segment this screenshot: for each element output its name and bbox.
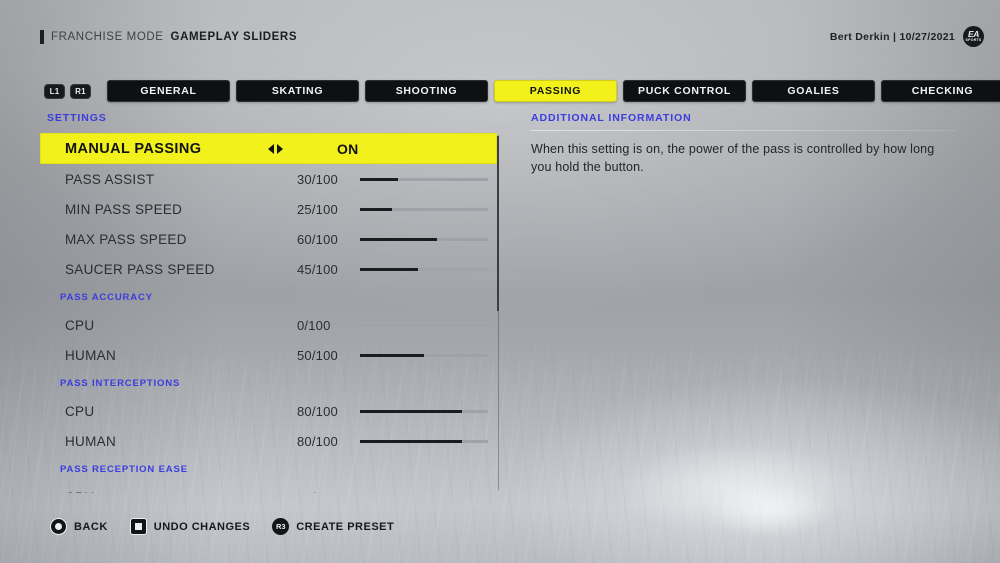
- setting-slider-fill: [360, 354, 424, 357]
- page-title: GAMEPLAY SLIDERS: [170, 31, 298, 43]
- tab-goalies[interactable]: GOALIES: [752, 80, 875, 102]
- chevron-left-icon[interactable]: [268, 143, 274, 154]
- settings-row[interactable]: PASS ASSIST 30/100: [40, 164, 502, 194]
- setting-slider-fill: [360, 410, 463, 413]
- setting-slider-fill: [360, 440, 463, 443]
- settings-row[interactable]: CPU 80/100: [40, 396, 502, 426]
- setting-value: 80/100: [297, 403, 338, 419]
- settings-scrollbar-thumb[interactable]: [497, 136, 499, 311]
- setting-value: 80/100: [297, 433, 338, 449]
- tab-skating[interactable]: SKATING: [236, 80, 359, 102]
- ea-sports-logo-icon: EA SPORTS: [963, 26, 984, 47]
- additional-information-text: When this setting is on, the power of th…: [531, 142, 935, 174]
- chevron-right-icon[interactable]: [277, 143, 283, 154]
- r3-stick-button-icon: R3: [272, 518, 290, 535]
- settings-row[interactable]: HUMAN 80/100: [40, 426, 502, 456]
- settings-group-header: PASS RECEPTION EASE: [40, 456, 502, 482]
- footer-action-undo-changes[interactable]: UNDO CHANGES: [129, 518, 251, 535]
- setting-slider-track[interactable]: [360, 354, 488, 357]
- setting-slider-fill: [360, 238, 437, 241]
- ice-glare-secondary: [680, 470, 860, 550]
- footer-action-back[interactable]: BACK: [50, 518, 108, 535]
- settings-row[interactable]: SAUCER PASS SPEED 45/100: [40, 254, 502, 284]
- setting-label: MANUAL PASSING: [65, 140, 202, 157]
- settings-group-label: PASS ACCURACY: [60, 291, 153, 303]
- setting-slider-track[interactable]: [360, 268, 488, 271]
- setting-slider-track[interactable]: [360, 238, 488, 241]
- settings-list-viewport: MANUAL PASSING ON PASS ASSIST 30/100 MIN PAS…: [40, 133, 502, 493]
- info-heading-divider: [531, 130, 956, 131]
- footer-action-create-preset[interactable]: R3 CREATE PRESET: [272, 518, 394, 535]
- settings-row[interactable]: CPU 0/100: [40, 310, 502, 340]
- settings-row-selected[interactable]: MANUAL PASSING ON: [40, 133, 497, 164]
- setting-value: 25/100: [297, 201, 338, 217]
- setting-label: SAUCER PASS SPEED: [65, 261, 215, 277]
- bumper-left-l1[interactable]: L1: [44, 83, 65, 99]
- breadcrumb-mode: FRANCHISE MODE: [51, 31, 164, 43]
- setting-label: CPU: [65, 403, 95, 419]
- profile-name-date: Bert Derkin | 10/27/2021: [829, 30, 955, 43]
- settings-row[interactable]: MIN PASS SPEED 25/100: [40, 194, 502, 224]
- setting-label: HUMAN: [65, 433, 116, 449]
- setting-value: 60/100: [297, 231, 338, 247]
- setting-label: HUMAN: [65, 347, 116, 363]
- ea-logo-secondary: SPORTS: [965, 38, 982, 43]
- setting-value: 45/100: [297, 261, 338, 277]
- tab-checking[interactable]: CHECKING: [881, 80, 1000, 102]
- setting-value: 50/100: [297, 347, 338, 363]
- tab-general[interactable]: GENERAL: [107, 80, 230, 102]
- setting-label: MIN PASS SPEED: [65, 201, 183, 217]
- setting-slider-fill: [360, 178, 399, 181]
- profile-info: Bert Derkin | 10/27/2021 EA SPORTS: [830, 26, 984, 47]
- setting-value: 10/100: [297, 490, 338, 494]
- tab-puck-control[interactable]: PUCK CONTROL: [623, 80, 746, 102]
- settings-heading: SETTINGS: [47, 112, 107, 124]
- breadcrumb-accent-bar: [40, 30, 44, 44]
- setting-slider-track[interactable]: [360, 440, 488, 443]
- tab-bar: L1 R1 GENERAL SKATING SHOOTING PASSING PUCK …: [44, 80, 1000, 102]
- footer-action-label: BACK: [74, 520, 108, 533]
- circle-button-icon: [50, 518, 67, 535]
- setting-label: PASS ASSIST: [65, 171, 155, 187]
- settings-list: MANUAL PASSING ON PASS ASSIST 30/100 MIN PAS…: [40, 133, 502, 493]
- setting-slider-fill: [360, 268, 418, 271]
- settings-group-header: PASS INTERCEPTIONS: [40, 370, 502, 396]
- gameplay-sliders-screen: FRANCHISE MODE GAMEPLAY SLIDERS Bert Der…: [0, 0, 1000, 563]
- settings-group-header: PASS ACCURACY: [40, 284, 502, 310]
- settings-group-label: PASS RECEPTION EASE: [60, 463, 188, 475]
- setting-value: 0/100: [297, 317, 331, 333]
- setting-value: 30/100: [297, 171, 338, 187]
- setting-slider-track[interactable]: [360, 178, 488, 181]
- setting-slider-fill: [360, 208, 392, 211]
- settings-group-label: PASS INTERCEPTIONS: [60, 377, 181, 389]
- settings-row[interactable]: HUMAN 50/100: [40, 340, 502, 370]
- square-button-icon: [129, 518, 147, 535]
- setting-value: ON: [337, 140, 359, 157]
- setting-label: MAX PASS SPEED: [65, 231, 187, 247]
- tab-passing[interactable]: PASSING: [494, 80, 617, 102]
- bumper-right-r1[interactable]: R1: [70, 83, 91, 99]
- settings-row[interactable]: CPU 10/100: [40, 482, 502, 494]
- additional-information-heading: ADDITIONAL INFORMATION: [531, 112, 692, 124]
- setting-slider-track[interactable]: [360, 208, 488, 211]
- tab-shooting[interactable]: SHOOTING: [365, 80, 488, 102]
- setting-label: CPU: [65, 490, 94, 494]
- value-stepper[interactable]: [268, 143, 283, 154]
- footer-actions: BACK UNDO CHANGES R3 CREATE PRESET: [50, 518, 394, 535]
- footer-action-label: UNDO CHANGES: [153, 520, 251, 533]
- setting-slider-track[interactable]: [360, 410, 488, 413]
- header-bar: FRANCHISE MODE GAMEPLAY SLIDERS Bert Der…: [0, 26, 1000, 50]
- settings-row[interactable]: MAX PASS SPEED 60/100: [40, 224, 502, 254]
- footer-action-label: CREATE PRESET: [296, 520, 395, 533]
- tab-list: GENERAL SKATING SHOOTING PASSING PUCK CONTRO…: [107, 80, 1000, 102]
- setting-slider-track[interactable]: [360, 324, 488, 327]
- setting-label: CPU: [65, 317, 95, 333]
- breadcrumb: FRANCHISE MODE GAMEPLAY SLIDERS: [40, 28, 297, 46]
